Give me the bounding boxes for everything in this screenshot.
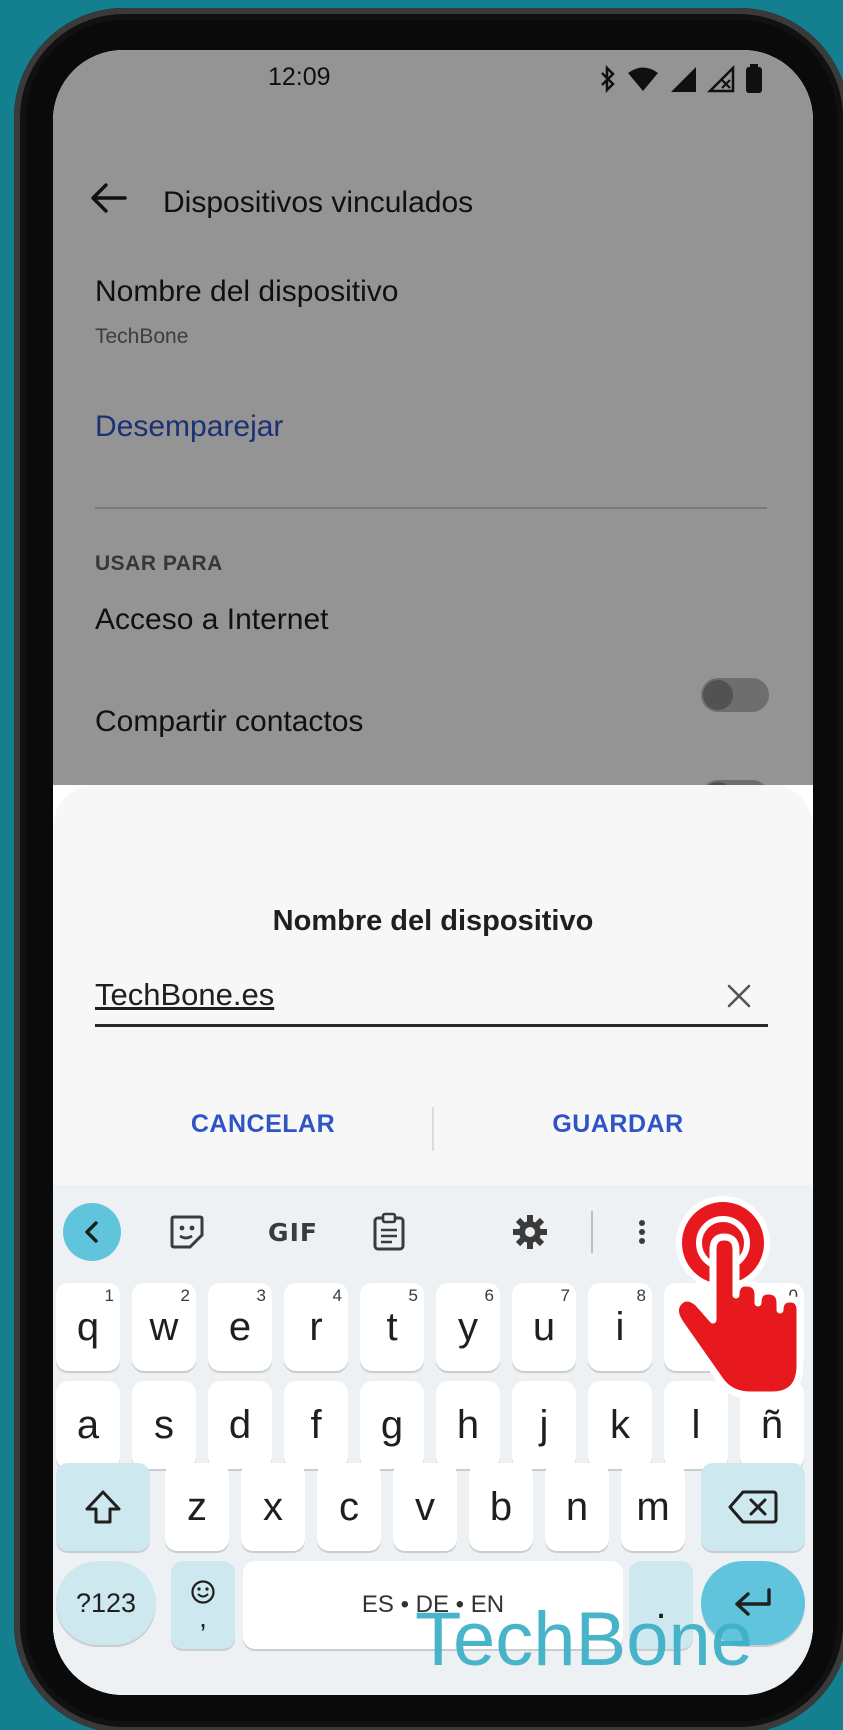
keyboard-settings-button[interactable] <box>501 1203 559 1261</box>
key-h[interactable]: h <box>436 1381 500 1469</box>
internet-access-toggle[interactable] <box>701 678 769 712</box>
signal-no-service-icon <box>707 65 735 93</box>
cancel-button[interactable]: CANCELAR <box>113 1110 413 1160</box>
toolbar-separator <box>591 1211 593 1253</box>
key-l[interactable]: l <box>664 1381 728 1469</box>
button-separator <box>432 1107 434 1151</box>
key-label: i <box>615 1304 625 1349</box>
key-d[interactable]: d <box>208 1381 272 1469</box>
key-label: w <box>149 1304 179 1349</box>
status-bar: 12:09 <box>53 50 813 110</box>
voice-input-button[interactable] <box>696 1203 754 1261</box>
key-u[interactable]: u7 <box>512 1283 576 1371</box>
top-app-bar: Dispositivos vinculados <box>53 160 813 240</box>
key-o[interactable]: o9 <box>664 1283 728 1371</box>
internet-access-label: Acceso a Internet <box>95 603 329 636</box>
device-name-input[interactable]: TechBone.es <box>95 967 768 1027</box>
key-label: p <box>760 1304 784 1349</box>
status-time: 12:09 <box>268 63 331 91</box>
key-label: o <box>684 1304 708 1349</box>
key-a[interactable]: a <box>56 1381 120 1469</box>
shift-icon <box>85 1490 121 1524</box>
chevron-left-icon <box>85 1221 98 1243</box>
emoji-key[interactable]: , <box>171 1561 235 1649</box>
key-z[interactable]: z <box>165 1463 229 1551</box>
phone-screen: 12:09 Dispositivos vinculados Nombre del… <box>53 50 813 1695</box>
key-number-hint: 7 <box>560 1286 570 1305</box>
shift-key[interactable] <box>56 1463 150 1551</box>
device-name-value: TechBone <box>95 325 189 348</box>
key-number-hint: 3 <box>256 1286 266 1305</box>
key-label: y <box>458 1304 478 1349</box>
key-label: u <box>532 1304 556 1349</box>
section-header-use-for: USAR PARA <box>95 552 223 575</box>
key-k[interactable]: k <box>588 1381 652 1469</box>
share-contacts-label: Compartir contactos <box>95 705 364 738</box>
key-p[interactable]: p0 <box>740 1283 804 1371</box>
keyboard-collapse-button[interactable] <box>63 1203 121 1261</box>
key-q[interactable]: q1 <box>56 1283 120 1371</box>
key-g[interactable]: g <box>360 1381 424 1469</box>
signal-icon <box>671 67 696 92</box>
battery-icon <box>746 64 762 93</box>
bluetooth-icon <box>601 65 615 93</box>
dialog-title: Nombre del dispositivo <box>272 905 594 937</box>
key-number-hint: 2 <box>180 1286 190 1305</box>
key-number-hint: 5 <box>408 1286 418 1305</box>
status-icons <box>599 64 763 94</box>
backspace-key[interactable] <box>701 1463 805 1551</box>
key-number-hint: 0 <box>788 1286 798 1305</box>
key-number-hint: 4 <box>332 1286 342 1305</box>
key-b[interactable]: b <box>469 1463 533 1551</box>
key-label: e <box>228 1304 252 1349</box>
sticker-button[interactable] <box>158 1203 216 1261</box>
device-name-input-value[interactable]: TechBone.es <box>95 977 274 1013</box>
key-ñ[interactable]: ñ <box>740 1381 804 1469</box>
back-arrow-icon[interactable] <box>89 178 129 218</box>
key-w[interactable]: w2 <box>132 1283 196 1371</box>
numbers-key[interactable]: ?123 <box>56 1561 156 1645</box>
key-label: t <box>386 1304 398 1349</box>
more-options-icon <box>639 1220 645 1244</box>
gif-button[interactable]: GIF <box>253 1203 333 1261</box>
key-number-hint: 6 <box>484 1286 494 1305</box>
clear-icon[interactable] <box>722 979 756 1013</box>
key-n[interactable]: n <box>545 1463 609 1551</box>
keyboard-toolbar: GIF <box>53 1185 813 1271</box>
clipboard-button[interactable] <box>360 1203 418 1261</box>
device-name-setting[interactable]: Nombre del dispositivo <box>95 275 398 309</box>
backspace-icon <box>728 1490 778 1524</box>
key-number-hint: 9 <box>712 1286 722 1305</box>
unpair-button[interactable]: Desemparejar <box>95 410 283 444</box>
page-title: Dispositivos vinculados <box>163 186 474 219</box>
key-j[interactable]: j <box>512 1381 576 1469</box>
techbone-watermark: TechBone <box>415 1597 754 1682</box>
key-e[interactable]: e3 <box>208 1283 272 1371</box>
microphone-icon <box>712 1213 738 1251</box>
divider <box>95 507 767 509</box>
wifi-icon <box>628 67 658 91</box>
gear-icon <box>513 1215 547 1249</box>
key-m[interactable]: m <box>621 1463 685 1551</box>
key-label: r <box>309 1304 323 1349</box>
sticker-icon <box>170 1215 204 1249</box>
key-number-hint: 1 <box>104 1286 114 1305</box>
save-button[interactable]: GUARDAR <box>463 1110 773 1160</box>
key-t[interactable]: t5 <box>360 1283 424 1371</box>
key-f[interactable]: f <box>284 1381 348 1469</box>
key-y[interactable]: y6 <box>436 1283 500 1371</box>
key-r[interactable]: r4 <box>284 1283 348 1371</box>
key-number-hint: 8 <box>636 1286 646 1305</box>
key-label: q <box>76 1304 100 1349</box>
comma-label: , <box>199 1602 207 1633</box>
key-c[interactable]: c <box>317 1463 381 1551</box>
key-i[interactable]: i8 <box>588 1283 652 1371</box>
toggle-knob <box>703 680 733 710</box>
key-x[interactable]: x <box>241 1463 305 1551</box>
key-v[interactable]: v <box>393 1463 457 1551</box>
more-options-button[interactable] <box>613 1203 671 1261</box>
key-s[interactable]: s <box>132 1381 196 1469</box>
gif-label: GIF <box>268 1217 318 1247</box>
clipboard-icon <box>373 1212 405 1251</box>
